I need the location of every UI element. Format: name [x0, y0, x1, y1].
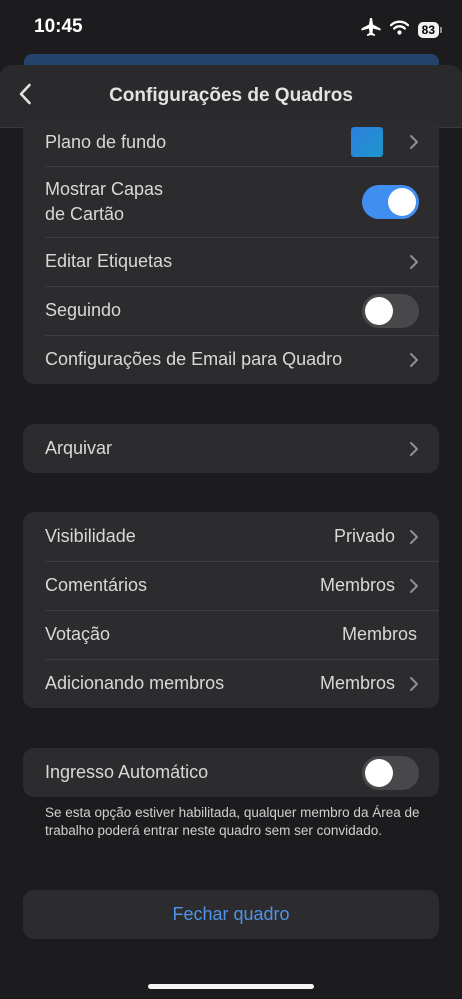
- auto-join-toggle[interactable]: [362, 755, 419, 790]
- card-covers-label-line2: de Cartão: [45, 203, 125, 224]
- chevron-right-icon: [409, 529, 419, 545]
- battery-icon: 83: [417, 21, 442, 38]
- adding-members-value: Membros: [319, 673, 395, 693]
- auto-join-label: Ingresso Automático: [45, 762, 209, 782]
- card-covers-row: Mostrar Capas de Cartão: [23, 166, 439, 237]
- following-row: Seguindo: [23, 286, 439, 335]
- toggle-knob: [365, 758, 393, 787]
- chevron-right-icon: [409, 676, 419, 692]
- adding-members-row[interactable]: Adicionando membros Membros: [23, 659, 439, 708]
- card-covers-label: Mostrar Capas de Cartão: [45, 177, 362, 227]
- page-title: Configurações de Quadros: [109, 85, 353, 106]
- auto-join-row: Ingresso Automático: [23, 748, 439, 797]
- background-label: Plano de fundo: [45, 131, 167, 152]
- chevron-right-icon: [409, 441, 419, 457]
- email-settings-row[interactable]: Configurações de Email para Quadro: [23, 335, 439, 384]
- comments-row[interactable]: Comentários Membros: [23, 561, 439, 610]
- visibility-value: Privado: [333, 526, 395, 546]
- status-bar: 10:45 83: [0, 0, 462, 56]
- following-toggle[interactable]: [362, 293, 419, 328]
- chevron-right-icon: [409, 254, 419, 270]
- comments-label: Comentários: [45, 575, 148, 595]
- close-board-label: Fechar quadro: [172, 904, 290, 924]
- voting-value: Membros: [341, 624, 417, 644]
- adding-members-label: Adicionando membros: [45, 673, 225, 693]
- comments-value: Membros: [319, 575, 395, 595]
- visibility-label: Visibilidade: [45, 526, 136, 546]
- voting-row: Votação Membros: [23, 610, 439, 659]
- home-indicator[interactable]: [148, 984, 314, 989]
- chevron-right-icon: [409, 134, 419, 150]
- archive-card: Arquivar: [23, 424, 439, 473]
- archive-label: Arquivar: [45, 438, 113, 458]
- following-label: Seguindo: [45, 300, 122, 320]
- permissions-card: Visibilidade Privado Comentários Membros…: [23, 512, 439, 708]
- close-board-card: Fechar quadro: [23, 890, 439, 939]
- status-time: 10:45: [34, 16, 83, 37]
- edit-labels-row[interactable]: Editar Etiquetas: [23, 237, 439, 286]
- auto-join-card: Ingresso Automático: [23, 748, 439, 797]
- airplane-icon: [361, 18, 381, 41]
- background-row[interactable]: Plano de fundo: [23, 118, 439, 166]
- edit-labels-label: Editar Etiquetas: [45, 251, 173, 271]
- voting-label: Votação: [45, 624, 111, 644]
- toggle-knob: [365, 296, 393, 325]
- status-icons: 83: [361, 18, 442, 41]
- visibility-row[interactable]: Visibilidade Privado: [23, 512, 439, 561]
- close-board-button[interactable]: Fechar quadro: [23, 890, 439, 939]
- auto-join-footnote: Se esta opção estiver habilitada, qualqu…: [45, 805, 420, 838]
- toggle-knob: [388, 187, 416, 216]
- board-settings-card: Plano de fundo Mostrar Capas de Cartão E…: [23, 118, 439, 384]
- background-swatch: [351, 127, 383, 157]
- card-covers-toggle[interactable]: [362, 184, 419, 219]
- battery-level: 83: [417, 21, 439, 38]
- archive-row[interactable]: Arquivar: [23, 424, 439, 473]
- wifi-icon: [389, 20, 409, 40]
- email-settings-label: Configurações de Email para Quadro: [45, 349, 343, 369]
- chevron-right-icon: [409, 352, 419, 368]
- card-covers-label-line1: Mostrar Capas: [45, 178, 164, 199]
- chevron-right-icon: [409, 578, 419, 594]
